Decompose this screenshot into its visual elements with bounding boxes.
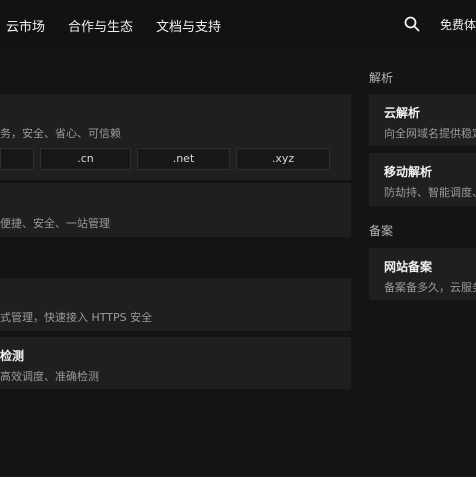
filing-section-label: 备案: [369, 224, 394, 238]
cloud-resolve-description: 向全网域名提供稳定: [384, 127, 476, 140]
domain-manage-card[interactable]: 便捷、安全、一站管理: [0, 183, 351, 237]
domain-suffix-xyz[interactable]: .xyz: [236, 148, 330, 170]
detect-card-title: 检测: [0, 349, 25, 363]
dns-detect-card[interactable]: 检测 高效调度、准确检测: [0, 337, 351, 389]
domain-suffix-cn[interactable]: .cn: [40, 148, 131, 170]
domain-suffix-com[interactable]: [0, 148, 34, 170]
nav-item-docs-support[interactable]: 文档与支持: [156, 16, 221, 35]
manage-card-description: 便捷、安全、一站管理: [0, 217, 110, 230]
domain-suffix-net[interactable]: .net: [137, 148, 230, 170]
domain-card-description: 务，安全、省心、可信赖: [0, 127, 121, 140]
site-filing-title: 网站备案: [384, 260, 433, 274]
mobile-resolve-title: 移动解析: [384, 165, 433, 179]
free-trial-link[interactable]: 免费体验: [440, 16, 476, 33]
search-icon[interactable]: [404, 16, 420, 32]
ssl-certificate-card[interactable]: 式管理，快速接入 HTTPS 安全: [0, 278, 351, 331]
ssl-card-description: 式管理，快速接入 HTTPS 安全: [0, 311, 153, 324]
mobile-resolve-description: 防劫持、智能调度、: [384, 186, 476, 199]
cloud-resolve-card[interactable]: 云解析 向全网域名提供稳定: [369, 94, 476, 146]
detect-card-description: 高效调度、准确检测: [0, 370, 99, 383]
top-nav-bar: 云市场 合作与生态 文档与支持 免费体验: [0, 0, 476, 48]
nav-item-cloud-market[interactable]: 云市场: [6, 16, 45, 35]
cloud-resolve-title: 云解析: [384, 106, 421, 120]
site-filing-description: 备案备多久，云服务: [384, 281, 476, 294]
nav-item-partners[interactable]: 合作与生态: [68, 16, 133, 35]
site-filing-card[interactable]: 网站备案 备案备多久，云服务: [369, 248, 476, 300]
resolve-section-label: 解析: [369, 71, 394, 85]
mobile-resolve-card[interactable]: 移动解析 防劫持、智能调度、: [369, 153, 476, 206]
